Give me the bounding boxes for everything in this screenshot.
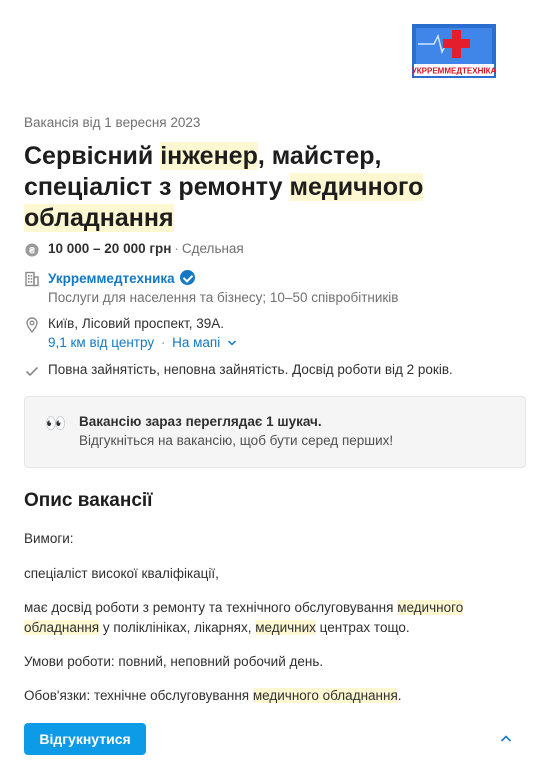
posted-date: Вакансія від 1 вересня 2023 bbox=[24, 115, 201, 130]
salary-type: Сдельная bbox=[181, 241, 244, 256]
viewers-notice: 👀 Вакансію зараз переглядає 1 шукач. Від… bbox=[24, 396, 526, 468]
requirement-item: спеціаліст високої кваліфікації, bbox=[24, 566, 219, 581]
building-icon bbox=[24, 271, 40, 287]
address: Київ, Лісовий проспект, 39А. bbox=[48, 316, 225, 331]
salary-amount: 10 000 – 20 000 грн bbox=[48, 241, 172, 256]
employment-row: Повна зайнятість, неповна зайнятість. До… bbox=[24, 362, 453, 379]
svg-text:УКРРЕММЕДТЕХНІКА: УКРРЕММЕДТЕХНІКА bbox=[412, 67, 496, 76]
description-heading: Опис вакансії bbox=[24, 490, 153, 511]
coin-icon: ₴ bbox=[24, 242, 40, 258]
chevron-up-icon bbox=[500, 735, 512, 742]
eyes-icon: 👀 bbox=[45, 414, 67, 433]
requirement-item: має досвід роботи з ремонту та технічног… bbox=[24, 600, 464, 635]
salary-row: ₴ 10 000 – 20 000 грн · Сдельная bbox=[24, 241, 244, 258]
notice-subtitle: Відгукніться на вакансію, щоб бути серед… bbox=[79, 433, 394, 448]
conditions-text: Умови роботи: повний, неповний робочий д… bbox=[24, 654, 324, 669]
location-row: Київ, Лісовий проспект, 39А. 9,1 км від … bbox=[24, 316, 237, 350]
scroll-to-top-button[interactable] bbox=[497, 730, 515, 748]
separator: · bbox=[174, 241, 179, 256]
check-icon bbox=[24, 363, 40, 379]
apply-button[interactable]: Відгукнутися bbox=[24, 723, 146, 755]
chevron-down-icon bbox=[227, 340, 237, 346]
map-link[interactable]: На мапі bbox=[172, 335, 237, 350]
verified-icon bbox=[179, 270, 195, 285]
vacancy-title: Сервісний інженер, майстер, спеціаліст з… bbox=[24, 142, 424, 232]
svg-text:₴: ₴ bbox=[29, 245, 35, 255]
separator: · bbox=[160, 335, 166, 350]
employment-text: Повна зайнятість, неповна зайнятість. До… bbox=[48, 362, 453, 377]
requirements-label: Вимоги: bbox=[24, 531, 74, 546]
company-name-link[interactable]: Укрреммедтехника bbox=[48, 271, 175, 286]
distance-link[interactable]: 9,1 км від центру bbox=[48, 335, 154, 350]
company-description: Послуги для населення та бізнесу; 10–50 … bbox=[48, 290, 399, 305]
notice-title: Вакансію зараз переглядає 1 шукач. bbox=[79, 414, 322, 429]
company-logo: УКРРЕММЕДТЕХНІКА bbox=[412, 24, 496, 78]
location-pin-icon bbox=[24, 317, 40, 334]
company-row: Укрреммедтехника Послуги для населення т… bbox=[24, 270, 398, 305]
duties-text: Обов'язки: технічне обслуговування медич… bbox=[24, 688, 402, 703]
